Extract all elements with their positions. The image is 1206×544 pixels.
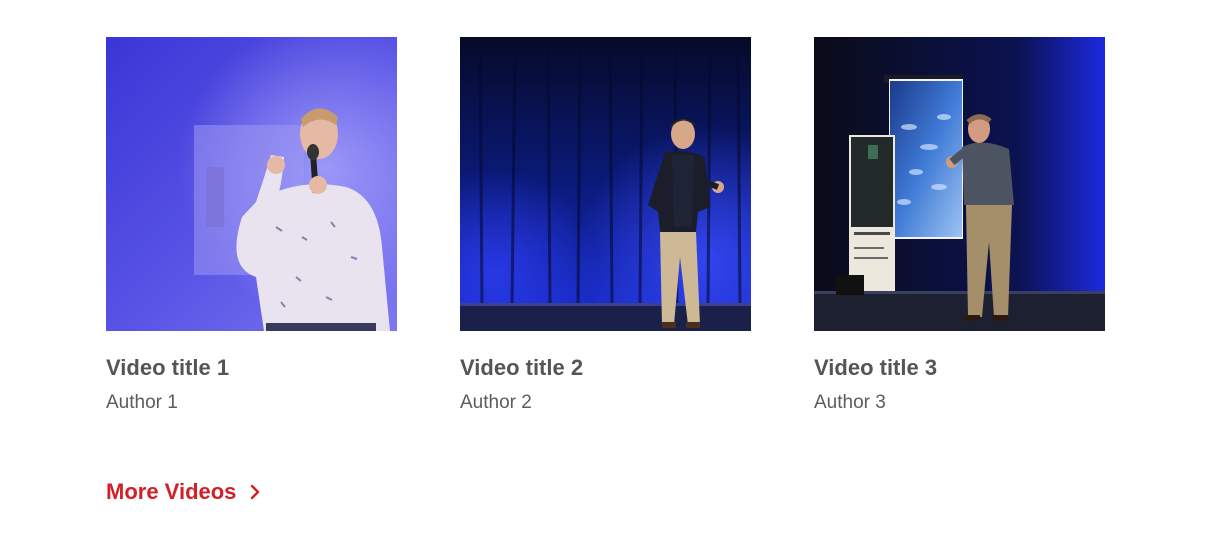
video-thumbnail-3[interactable] [814, 37, 1105, 331]
video-thumbnail-2[interactable] [460, 37, 751, 331]
more-videos-label[interactable]: More Videos [106, 479, 236, 505]
video-thumbnail-1[interactable] [106, 37, 397, 331]
video-title[interactable]: Video title 2 [460, 356, 751, 380]
video-title[interactable]: Video title 3 [814, 356, 1105, 380]
thumbnail-image [460, 37, 751, 331]
video-card-1[interactable]: Video title 1 Author 1 [106, 37, 397, 414]
chevron-right-icon [250, 484, 260, 500]
video-author: Author 1 [106, 392, 178, 413]
thumbnail-image [814, 37, 1105, 331]
more-videos-link[interactable]: More Videos [106, 479, 260, 505]
video-card-3[interactable]: Video title 3 Author 3 [814, 37, 1105, 414]
video-grid: Video title 1 Author 1 Video title 2 Aut… [106, 37, 1105, 414]
video-author: Author 2 [460, 392, 532, 413]
video-author: Author 3 [814, 392, 886, 413]
thumbnail-image [106, 37, 397, 331]
video-card-2[interactable]: Video title 2 Author 2 [460, 37, 751, 414]
video-title[interactable]: Video title 1 [106, 356, 397, 380]
